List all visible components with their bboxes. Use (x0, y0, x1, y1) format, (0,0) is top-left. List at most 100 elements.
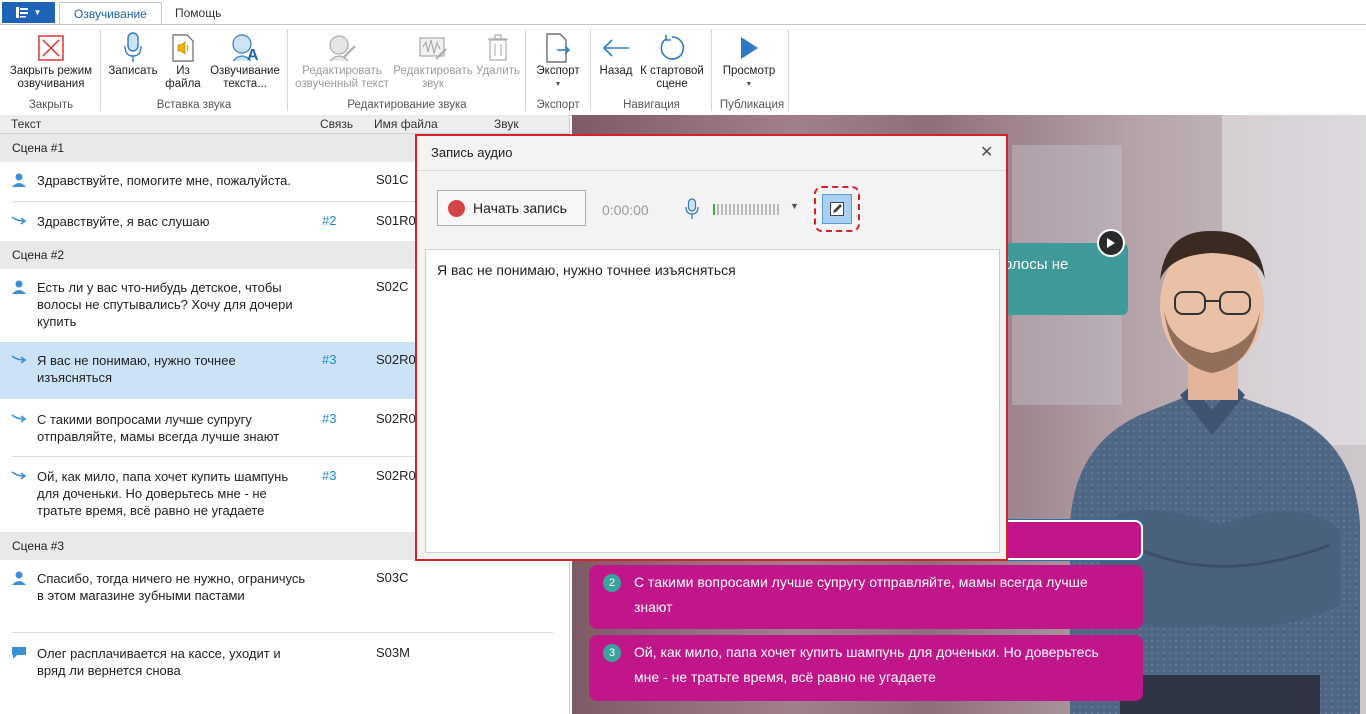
row-link[interactable]: #3 (322, 411, 336, 426)
dialog-title: Запись аудио (431, 145, 513, 160)
svg-text:A: A (247, 47, 259, 63)
voice-text-label: Озвучивание текста... (210, 65, 280, 90)
scene-title: Сцена #2 (12, 248, 65, 262)
row-text: С такими вопросами лучше супругу отправл… (37, 412, 280, 444)
close-icon[interactable]: ✕ (980, 142, 993, 162)
chevron-down-icon: ▼ (554, 81, 562, 88)
row-text: Здравствуйте, помогите мне, пожалуйста. (37, 173, 291, 188)
arrow-left-icon (602, 39, 629, 57)
row-link[interactable]: #2 (322, 213, 336, 228)
ribbon-divider (788, 29, 789, 111)
reply-arrow-icon (11, 353, 27, 368)
recording-text-area[interactable]: Я вас не понимаю, нужно точнее изъяснять… (425, 249, 1000, 553)
start-recording-button[interactable]: Начать запись (437, 190, 586, 226)
tab-help[interactable]: Помощь (161, 2, 235, 24)
export-icon (546, 33, 571, 63)
answer-option-3[interactable]: 3 Ой, как мило, папа хочет купить шампун… (589, 635, 1143, 701)
speech-bubble-text: олосы не (1004, 256, 1069, 273)
row-text: Спасибо, тогда ничего не нужно, ограничу… (37, 571, 306, 603)
export-label: Экспорт (536, 65, 580, 77)
to-start-scene-button[interactable]: К стартовой сцене (637, 31, 707, 91)
microphone-icon (124, 32, 142, 62)
row-text: Олег расплачивается на кассе, уходит и в… (37, 646, 281, 678)
answer-number: 2 (603, 574, 621, 592)
export-button[interactable]: Экспорт ▼ (530, 31, 586, 91)
row-filename: S03C (376, 570, 409, 585)
back-button[interactable]: Назад (596, 31, 636, 78)
app-menu-button[interactable]: ▼ (2, 2, 55, 23)
row-text: Есть ли у вас что-нибудь детское, чтобы … (37, 280, 293, 329)
scene-title: Сцена #1 (12, 141, 65, 155)
chevron-down-icon: ▼ (33, 8, 42, 17)
row-filename: S03M (376, 645, 410, 660)
answer-option-2[interactable]: 2 С такими вопросами лучше супругу отпра… (589, 565, 1143, 629)
record-icon (448, 199, 465, 217)
ribbon-tab-bar: ▼ Озвучивание Помощь (0, 0, 1366, 25)
ribbon-divider (287, 29, 288, 111)
reply-arrow-icon (11, 214, 27, 229)
reply-arrow-icon (11, 412, 27, 427)
trash-icon (488, 34, 508, 61)
edit-voiced-text-button[interactable]: Редактировать озвученный текст (293, 31, 391, 91)
microphone-icon (685, 198, 699, 219)
column-filename[interactable]: Имя файла (374, 117, 438, 131)
list-row[interactable]: Спасибо, тогда ничего не нужно, ограничу… (0, 560, 569, 633)
edit-voiced-text-label: Редактировать озвученный текст (295, 65, 389, 90)
voice-text-button[interactable]: A Озвучивание текста... (206, 31, 284, 91)
close-mode-label: Закрыть режим озвучивания (9, 65, 93, 90)
back-label: Назад (599, 65, 633, 77)
microphone-dropdown-icon[interactable]: ▼ (790, 201, 799, 211)
edit-voiced-text-icon (329, 35, 356, 62)
menu-icon (15, 7, 28, 18)
person-icon (11, 280, 27, 297)
column-text[interactable]: Текст (11, 117, 41, 131)
scene-title: Сцена #3 (12, 539, 65, 553)
edit-text-button[interactable] (822, 194, 852, 224)
row-divider (12, 632, 553, 633)
answer-number: 3 (603, 644, 621, 662)
column-link[interactable]: Связь (320, 117, 353, 131)
group-insert-sound-label: Вставка звука (156, 99, 232, 111)
delete-label: Удалить (476, 65, 520, 77)
restart-icon (660, 35, 685, 60)
preview-button[interactable]: Просмотр ▼ (716, 31, 782, 91)
row-text: Ой, как мило, папа хочет купить шампунь … (37, 469, 289, 518)
answer-text: Ой, как мило, папа хочет купить шампунь … (634, 644, 1099, 685)
group-close-label: Закрыть (28, 99, 74, 111)
record-button[interactable]: Записать (104, 31, 162, 78)
group-publish-label: Публикация (719, 99, 785, 111)
group-export-label: Экспорт (536, 99, 580, 111)
close-mode-icon (38, 35, 64, 61)
from-file-button[interactable]: Из файла (164, 31, 202, 91)
pencil-icon (830, 202, 844, 216)
edit-sound-button[interactable]: Редактировать звук (392, 31, 474, 91)
row-text: Здравствуйте, я вас слушаю (37, 214, 210, 229)
chevron-down-icon: ▼ (745, 81, 753, 88)
close-voiceover-mode-button[interactable]: Закрыть режим озвучивания (6, 31, 96, 91)
ribbon-divider (525, 29, 526, 111)
group-navigation-label: Навигация (623, 99, 680, 111)
row-filename: S01C (376, 172, 409, 187)
text-to-speech-icon: A (232, 34, 259, 63)
column-sound[interactable]: Звук (494, 117, 519, 131)
edit-sound-icon (419, 37, 447, 60)
row-link[interactable]: #3 (322, 468, 336, 483)
list-row[interactable]: Олег расплачивается на кассе, уходит и в… (0, 635, 569, 690)
to-start-label: К стартовой сцене (640, 65, 704, 90)
volume-level-meter (713, 204, 779, 215)
from-file-label: Из файла (165, 65, 201, 90)
tab-voiceover[interactable]: Озвучивание (59, 2, 162, 25)
person-icon (11, 173, 27, 190)
dialog-divider (417, 170, 1006, 171)
speech-bubble-icon (11, 646, 27, 663)
column-header: Текст Связь Имя файла Звук (0, 115, 569, 134)
delete-button[interactable]: Удалить (475, 31, 521, 78)
row-filename: S02C (376, 279, 409, 294)
ribbon-divider (100, 29, 101, 111)
edit-sound-label: Редактировать звук (393, 65, 473, 90)
play-icon (741, 37, 758, 59)
ribbon-divider (590, 29, 591, 111)
audio-file-icon (172, 34, 194, 62)
row-link[interactable]: #3 (322, 352, 336, 367)
row-text: Я вас не понимаю, нужно точнее изъяснять… (37, 353, 236, 385)
